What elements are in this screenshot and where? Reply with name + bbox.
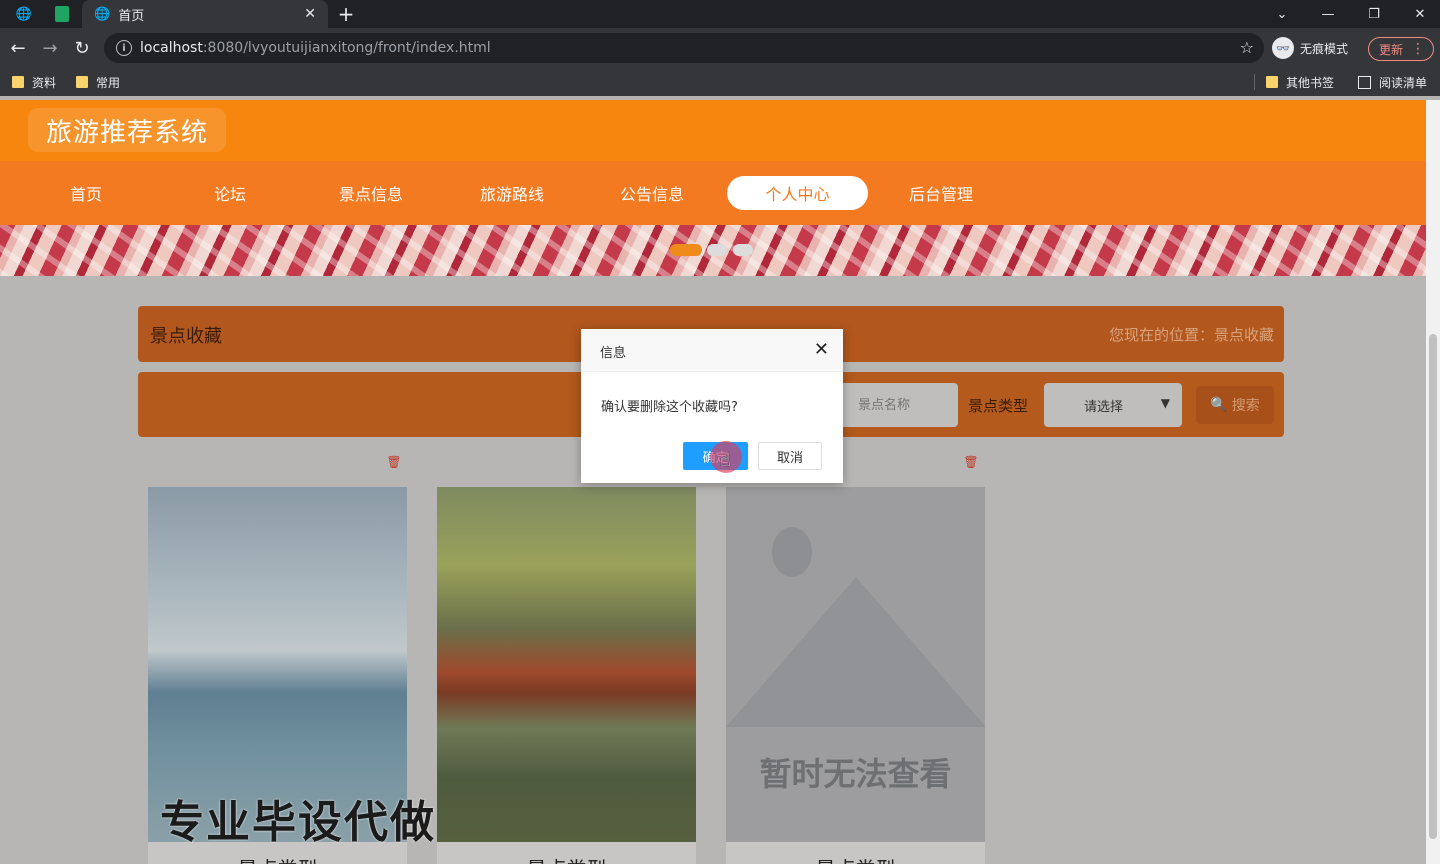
close-icon[interactable]: ✕ xyxy=(304,6,316,22)
browser-tab-bar: 🌐 🌐 首页 ✕ + ⌄ — ❐ ✕ xyxy=(0,0,1440,28)
update-button[interactable]: 更新 ⋮ xyxy=(1368,37,1434,61)
cancel-button[interactable]: 取消 xyxy=(758,442,822,470)
page-scrollbar[interactable] xyxy=(1426,100,1440,864)
card-title: 景点类型 xyxy=(437,853,696,864)
bookmark-folder[interactable]: 资料 xyxy=(12,72,56,92)
more-icon[interactable]: ⋮ xyxy=(1411,41,1425,57)
hand-cursor-icon: ☝ xyxy=(720,450,731,471)
incognito-label: 无痕模式 xyxy=(1300,41,1349,56)
sheets-icon[interactable] xyxy=(52,0,72,28)
type-select-value: 请选择 xyxy=(1084,399,1124,415)
bookmark-folder[interactable]: 常用 xyxy=(76,72,120,92)
attraction-name-input[interactable] xyxy=(840,383,958,427)
page-title: 景点收藏 xyxy=(150,326,222,347)
trash-icon[interactable]: 🗑 xyxy=(963,455,978,469)
favorite-card[interactable]: 暂时无法查看 景点类型 xyxy=(726,487,985,864)
unavailable-text: 暂时无法查看 xyxy=(759,755,952,793)
dialog-message: 确认要删除这个收藏吗? xyxy=(601,400,738,415)
url-host: localhost xyxy=(140,40,203,56)
browser-tab-active[interactable]: 🌐 首页 ✕ xyxy=(82,0,328,28)
restore-icon[interactable]: ❐ xyxy=(1360,0,1388,28)
folder-icon xyxy=(76,76,88,88)
incognito-icon: 👓 xyxy=(1272,37,1294,59)
divider xyxy=(1254,74,1255,90)
chevron-down-icon[interactable]: ⌄ xyxy=(1268,0,1296,28)
site-title: 旅游推荐系统 xyxy=(28,108,227,152)
incognito-profile[interactable]: 👓 无痕模式 xyxy=(1272,34,1348,62)
globe-icon[interactable]: 🌐 xyxy=(10,0,38,28)
search-button-label: 搜索 xyxy=(1231,398,1260,414)
search-button[interactable]: 🔍 搜索 xyxy=(1196,386,1274,424)
nav-item-attractions[interactable]: 景点信息 xyxy=(326,176,416,210)
watermark-text: 专业毕设代做 xyxy=(160,797,436,848)
bookmark-label: 资料 xyxy=(32,75,57,90)
folder-icon xyxy=(1266,76,1278,88)
type-label: 景点类型 xyxy=(968,397,1029,415)
dialog-title: 信息 xyxy=(600,346,627,361)
reload-icon[interactable]: ↻ xyxy=(68,34,96,62)
nav-item-notices[interactable]: 公告信息 xyxy=(606,176,698,210)
forward-icon[interactable]: → xyxy=(36,34,64,62)
chevron-down-icon: ▼ xyxy=(1160,396,1170,410)
info-icon[interactable]: i xyxy=(116,40,132,56)
trash-icon[interactable]: 🗑 xyxy=(386,455,401,469)
dialog-header: 信息 ✕ xyxy=(581,329,843,372)
carousel-dot-active[interactable] xyxy=(670,244,702,256)
nav-item-forum[interactable]: 论坛 xyxy=(190,176,270,210)
carousel-dot[interactable] xyxy=(707,244,727,256)
new-tab-button[interactable]: + xyxy=(336,0,356,28)
star-icon[interactable]: ☆ xyxy=(1240,38,1254,57)
nav-item-personal-center[interactable]: 个人中心 xyxy=(727,176,868,210)
placeholder-image[interactable]: 暂时无法查看 xyxy=(726,487,985,842)
favorite-card[interactable]: 景点类型 xyxy=(437,487,696,864)
update-label: 更新 xyxy=(1379,42,1404,57)
bookmarks-bar: 资料 常用 其他书签 阅读清单 xyxy=(0,68,1440,96)
site-header: 旅游推荐系统 xyxy=(0,100,1426,161)
main-nav: 首页 论坛 景点信息 旅游路线 公告信息 个人中心 后台管理 xyxy=(0,161,1426,225)
url-path: :8080/lvyoutuijianxitong/front/index.htm… xyxy=(202,40,491,56)
attraction-image[interactable] xyxy=(437,487,696,842)
back-icon[interactable]: ← xyxy=(4,34,32,62)
tab-title: 首页 xyxy=(118,8,145,24)
current-location: 您现在的位置：景点收藏 xyxy=(1108,326,1274,344)
banner-carousel xyxy=(0,225,1426,276)
card-title: 景点类型 xyxy=(148,853,407,864)
search-icon: 🔍 xyxy=(1210,397,1228,413)
folder-icon xyxy=(12,76,24,88)
minimize-icon[interactable]: — xyxy=(1314,0,1342,28)
reading-list-label: 阅读清单 xyxy=(1379,75,1428,90)
reading-list-icon xyxy=(1358,75,1371,89)
placeholder-sun xyxy=(772,527,812,577)
close-icon[interactable]: ✕ xyxy=(814,339,829,360)
card-title: 景点类型 xyxy=(726,853,985,864)
nav-item-home[interactable]: 首页 xyxy=(44,176,128,210)
address-bar[interactable]: i localhost :8080/lvyoutuijianxitong/fro… xyxy=(104,33,1264,63)
nav-item-routes[interactable]: 旅游路线 xyxy=(466,176,558,210)
type-select[interactable]: 请选择 ▼ xyxy=(1044,383,1182,427)
other-bookmarks-label: 其他书签 xyxy=(1286,75,1335,90)
scrollbar-thumb[interactable] xyxy=(1429,334,1437,839)
reading-list[interactable]: 阅读清单 xyxy=(1358,72,1427,92)
carousel-dot[interactable] xyxy=(733,244,753,256)
bookmark-label: 常用 xyxy=(96,75,121,90)
globe-icon: 🌐 xyxy=(94,6,111,22)
other-bookmarks[interactable]: 其他书签 xyxy=(1266,72,1334,92)
browser-toolbar: ← → ↻ i localhost :8080/lvyoutuijianxito… xyxy=(0,28,1440,68)
window-close-icon[interactable]: ✕ xyxy=(1406,0,1434,28)
placeholder-mountain xyxy=(726,577,985,727)
nav-item-admin[interactable]: 后台管理 xyxy=(896,176,986,210)
